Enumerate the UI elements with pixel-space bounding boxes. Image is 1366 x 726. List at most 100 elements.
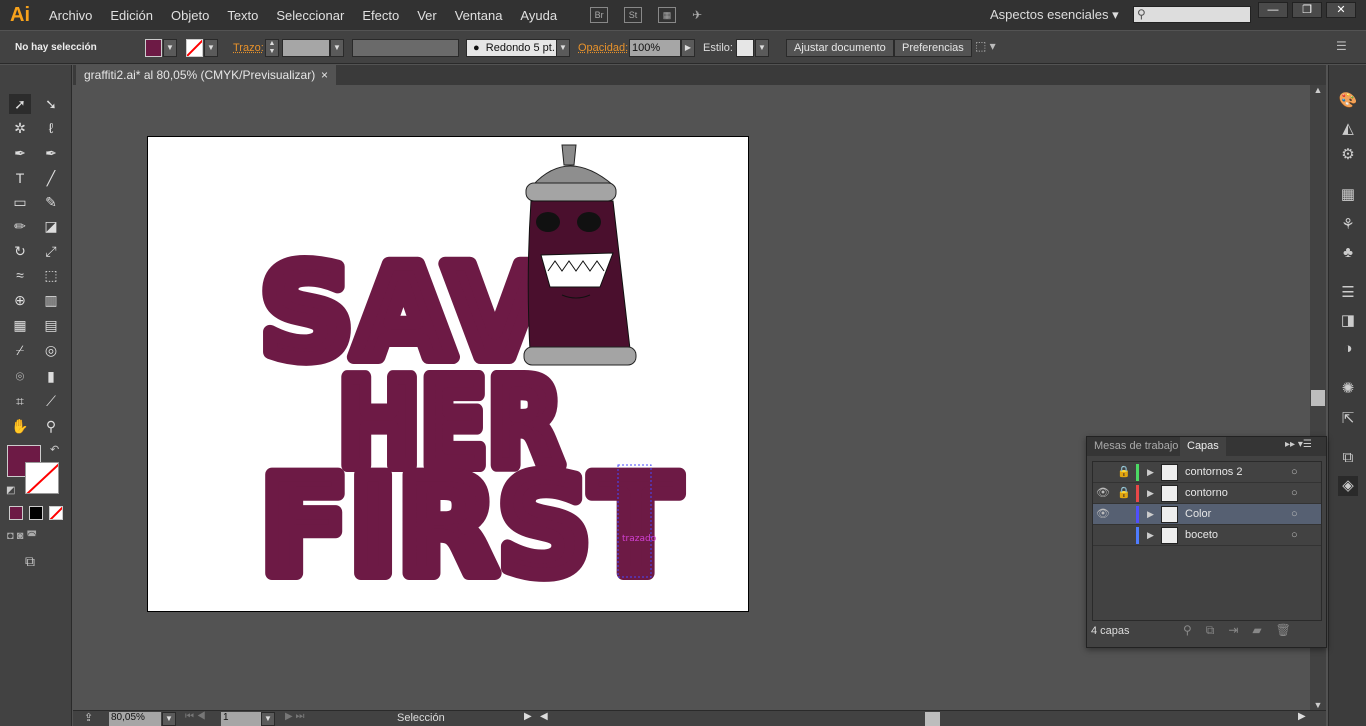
transparency-icon[interactable]: ◑ <box>1338 339 1358 359</box>
expand-arrow-icon[interactable]: ▶ <box>1147 462 1154 483</box>
artboard-dropdown[interactable]: ▼ <box>261 712 275 726</box>
gradient-panel-icon[interactable]: ◨ <box>1338 311 1358 331</box>
graph-tool-icon[interactable]: ▮ <box>40 366 62 386</box>
layer-row[interactable]: 👁 🔒 ▶ contorno ○ <box>1093 483 1321 504</box>
menu-ventana[interactable]: Ventana <box>446 8 512 23</box>
line-tool-icon[interactable]: ╱ <box>40 168 62 188</box>
layer-actions-icons[interactable]: ⚲⧉⇥▰🗑 <box>1183 623 1305 638</box>
artboard-tool-icon[interactable]: ⌗ <box>9 391 31 411</box>
brushes-icon[interactable]: ⚘ <box>1338 215 1358 235</box>
fill-dropdown[interactable]: ▼ <box>163 39 177 57</box>
stroke-weight-dropdown[interactable]: ▼ <box>330 39 344 57</box>
export-icon[interactable]: ⇪ <box>84 711 93 724</box>
variable-width-profile[interactable] <box>352 39 459 57</box>
stroke-label[interactable]: Trazo: <box>233 39 264 57</box>
eye-icon[interactable]: 👁 <box>1096 504 1111 525</box>
expand-arrow-icon[interactable]: ▶ <box>1147 483 1154 504</box>
target-circle-icon[interactable]: ○ <box>1291 504 1298 525</box>
help-search-input[interactable]: ⚲ <box>1133 6 1251 23</box>
layer-name[interactable]: contornos 2 <box>1185 462 1242 483</box>
layer-row[interactable]: 🔒 ▶ contornos 2 ○ <box>1093 462 1321 483</box>
draw-mode-icons[interactable]: ◘ ◙ ◚ <box>7 529 37 542</box>
horizontal-scroll-thumb[interactable] <box>925 712 940 726</box>
status-menu-icon[interactable]: ▶ <box>524 711 532 722</box>
fit-document-button[interactable]: Ajustar documento <box>786 39 894 57</box>
symbols-icon[interactable]: ♣ <box>1338 243 1358 263</box>
symbol-sprayer-icon[interactable]: ⌾ <box>9 366 31 386</box>
expand-arrow-icon[interactable]: ▶ <box>1147 525 1154 546</box>
scale-tool-icon[interactable]: ⤢ <box>40 241 62 261</box>
menu-archivo[interactable]: Archivo <box>40 8 101 23</box>
stroke-dropdown[interactable]: ▼ <box>204 39 218 57</box>
vertical-scroll-thumb[interactable] <box>1311 390 1325 406</box>
close-button[interactable]: ✕ <box>1326 2 1356 18</box>
tab-artboards[interactable]: Mesas de trabajo <box>1087 437 1185 456</box>
pen-tool-icon[interactable]: ✒ <box>9 143 31 163</box>
layers-panel-icon[interactable]: ◈ <box>1338 476 1358 496</box>
eye-icon[interactable]: 👁 <box>1096 483 1111 504</box>
stroke-weight-stepper[interactable]: ▲ ▼ <box>265 39 279 57</box>
style-swatch[interactable] <box>736 39 754 57</box>
gpu-icon[interactable]: ✈ <box>692 8 702 22</box>
workspace-switcher[interactable]: Aspectos esenciales ▾ <box>990 7 1119 23</box>
graphic-styles-icon[interactable]: ✺ <box>1338 379 1358 399</box>
shape-builder-icon[interactable]: ⊕ <box>9 290 31 310</box>
layer-name[interactable]: Color <box>1185 504 1211 525</box>
target-circle-icon[interactable]: ○ <box>1291 525 1298 546</box>
arrange-documents-icon[interactable]: ▦ <box>658 7 677 23</box>
color-guide-icon[interactable]: ◭ <box>1338 119 1358 139</box>
stroke-swatch[interactable] <box>186 39 203 57</box>
close-tab-icon[interactable]: × <box>321 65 328 85</box>
target-circle-icon[interactable]: ○ <box>1291 483 1298 504</box>
gradient-mode-icon[interactable] <box>29 506 43 520</box>
bridge-button[interactable]: Br <box>590 7 609 23</box>
eraser-tool-icon[interactable]: ◪ <box>40 216 62 236</box>
zoom-tool-icon[interactable]: ⚲ <box>40 416 62 436</box>
menu-seleccionar[interactable]: Seleccionar <box>267 8 353 23</box>
fill-swatch[interactable] <box>145 39 162 57</box>
lock-icon[interactable]: 🔒 <box>1117 483 1131 504</box>
scroll-left-icon[interactable]: ◀ <box>540 711 548 722</box>
menu-texto[interactable]: Texto <box>218 8 267 23</box>
current-tool-status[interactable]: Selección <box>397 712 445 724</box>
opacity-input[interactable]: 100% <box>629 39 681 57</box>
brush-tool-icon[interactable]: ✎ <box>40 192 62 212</box>
stock-button[interactable]: St <box>624 7 643 23</box>
lasso-icon[interactable]: ℓ <box>40 118 62 138</box>
stroke-panel-icon[interactable]: ☰ <box>1338 283 1358 303</box>
layer-name[interactable]: contorno <box>1185 483 1228 504</box>
artboards-panel-icon[interactable]: ⧉ <box>1338 448 1358 468</box>
warp-tool-icon[interactable]: ≈ <box>9 265 31 285</box>
artboard[interactable]: SAV HER FIRST trazado <box>147 136 749 612</box>
swap-colors-icon[interactable]: ↶ <box>50 443 59 456</box>
zoom-dropdown[interactable]: ▼ <box>162 712 176 726</box>
panel-options-icon[interactable]: ▸▸ ▾☰ <box>1285 439 1312 450</box>
layer-name[interactable]: boceto <box>1185 525 1218 546</box>
style-dropdown[interactable]: ▼ <box>755 39 769 57</box>
selection-tool-icon[interactable]: ➚ <box>9 94 31 114</box>
next-last-artboard-icons[interactable]: ▶ ⏭ <box>285 711 304 722</box>
brush-dropdown[interactable]: ▼ <box>556 39 570 57</box>
rotate-tool-icon[interactable]: ↻ <box>9 241 31 261</box>
curvature-pen-icon[interactable]: ✒ <box>40 143 62 163</box>
minimize-button[interactable]: — <box>1258 2 1288 18</box>
scroll-right-icon[interactable]: ▶ <box>1298 711 1306 722</box>
blend-tool-icon[interactable]: ◎ <box>40 340 62 360</box>
opacity-slider-button[interactable]: ▶ <box>681 39 695 57</box>
menu-edicion[interactable]: Edición <box>101 8 162 23</box>
free-transform-icon[interactable]: ⬚ <box>40 265 62 285</box>
tab-layers[interactable]: Capas <box>1180 437 1226 456</box>
stroke-weight-input[interactable] <box>282 39 330 57</box>
mesh-tool-icon[interactable]: ▦ <box>9 315 31 335</box>
document-tab[interactable]: graffiti2.ai* al 80,05% (CMYK/Previsuali… <box>76 65 336 85</box>
layer-row[interactable]: 👁 ▶ Color ○ <box>1093 504 1321 525</box>
color-mode-icon[interactable] <box>9 506 23 520</box>
expand-arrow-icon[interactable]: ▶ <box>1147 504 1154 525</box>
first-prev-artboard-icons[interactable]: ⏮ ◀ <box>185 711 206 722</box>
maximize-button[interactable]: ❐ <box>1292 2 1322 18</box>
menu-objeto[interactable]: Objeto <box>162 8 218 23</box>
zoom-input[interactable]: 80,05% <box>109 712 161 726</box>
menu-ver[interactable]: Ver <box>408 8 446 23</box>
pencil-tool-icon[interactable]: ✏ <box>9 216 31 236</box>
type-tool-icon[interactable]: T <box>9 168 31 188</box>
